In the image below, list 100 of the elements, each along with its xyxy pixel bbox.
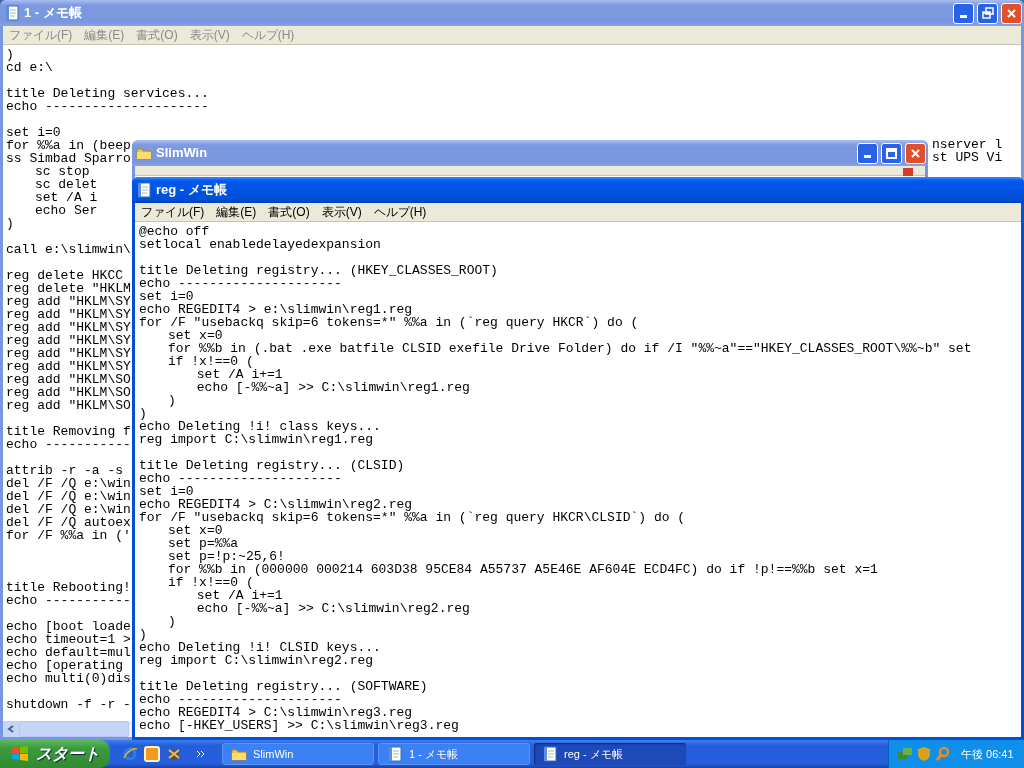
title-bar[interactable]: 1 - メモ帳 <box>0 0 1024 26</box>
code-line: echo multi(0)dis <box>6 671 131 686</box>
code-line: reg add "HKLM\SY <box>6 359 131 374</box>
code-line: nserver l <box>932 138 1003 151</box>
code-line: ) <box>139 627 147 642</box>
clock: 午後 06:41 <box>961 746 1014 762</box>
code-line: echo timeout=1 > <box>6 632 131 647</box>
notepad-icon <box>4 5 20 21</box>
minimize-icon <box>864 154 871 158</box>
min-button[interactable] <box>953 2 974 24</box>
code-line: cd e:\ <box>6 60 53 75</box>
code-line: ) <box>6 47 14 62</box>
code-line: set x=0 <box>166 523 223 538</box>
code-line: echo default=mul <box>6 645 131 660</box>
code-line: echo REGEDIT4 > C:\slimwin\reg3.reg <box>139 705 413 720</box>
start-button[interactable]: スタート <box>0 740 110 768</box>
code-line: reg import C:\slimwin\reg1.reg <box>139 432 374 447</box>
code-line: ) <box>6 216 14 231</box>
code-line: ss Simbad Sparro <box>6 151 131 166</box>
code-line: for %%a in (beep <box>6 138 131 153</box>
code-line: reg delete "HKLM <box>6 281 131 296</box>
code-line: set p=!p:~25,6! <box>166 549 285 564</box>
menu-item[interactable]: ヘルプ(H) <box>373 203 427 221</box>
code-line: title Deleting registry... (SOFTWARE) <box>139 679 428 694</box>
code-line: reg delete HKCC <box>6 268 124 283</box>
code-line: del /F /Q e:\win <box>6 476 131 491</box>
code-line: echo REGEDIT4 > e:\slimwin\reg1.reg <box>139 302 413 317</box>
code-line: title Rebooting! <box>6 580 131 595</box>
code-line: echo [-%%~a] >> C:\slimwin\reg1.reg <box>195 380 470 395</box>
scroll-left-button[interactable] <box>3 721 19 737</box>
code-line: for %%b in (.bat .exe batfile CLSID exefile Drive Folder) do if /I "%%~a"=="HKEY_CLASSES_ROOT\%%~b" set <box>166 341 972 356</box>
globe-icon[interactable] <box>122 746 138 762</box>
app-icon[interactable] <box>166 746 182 762</box>
notepad-icon <box>136 182 152 198</box>
code-line: reg add "HKLM\SO <box>6 372 131 387</box>
code-line: echo --------------------- <box>139 692 342 707</box>
chevron-icon[interactable] <box>196 749 206 759</box>
code-line: set /A i <box>33 190 98 205</box>
code-line: for /F "usebackq skip=6 tokens=*" %%a in (`reg query HKCR\CLSID`) do ( <box>139 510 686 525</box>
code-line: echo --------------------- <box>6 99 209 114</box>
code-line: set /A i+=1 <box>195 588 283 603</box>
close-button[interactable] <box>905 142 926 164</box>
folder-icon <box>136 145 152 161</box>
code-line: set /A i+=1 <box>195 367 283 382</box>
code-line: reg add "HKLM\SY <box>6 307 131 322</box>
taskbar-button[interactable]: reg - メモ帳 <box>534 743 686 765</box>
menu-item[interactable]: ファイル(F) <box>9 26 73 44</box>
close-icon <box>910 147 921 159</box>
code-line: set i=0 <box>6 125 61 140</box>
code-line: set x=0 <box>166 328 223 343</box>
code-line: st UPS Vi <box>932 151 1003 164</box>
min-button[interactable] <box>857 142 878 164</box>
code-line: sc stop <box>33 164 90 179</box>
code-line: del /F /Q e:\win <box>6 502 131 517</box>
code-line: title Deleting services... <box>6 86 209 101</box>
close-icon <box>1006 7 1017 19</box>
code-line: del /F /Q autoex <box>6 515 131 530</box>
menu-item[interactable]: ヘルプ(H) <box>241 26 295 44</box>
code-line: echo --------------------- <box>139 276 342 291</box>
window-title: reg - メモ帳 <box>156 181 227 200</box>
restore-button[interactable] <box>977 2 998 24</box>
maximize-icon <box>886 147 897 159</box>
menu-item[interactable]: 書式(O) <box>268 203 310 221</box>
menu-item[interactable]: 書式(O) <box>136 26 178 44</box>
code-line: for %%b in (000000 000214 603D38 95CE84 A55737 A5E46E AF604E ECD4FC) do if !p!==%%b set x=1 <box>166 562 878 577</box>
title-bar[interactable]: reg - メモ帳 <box>132 177 1024 203</box>
taskbar-button[interactable]: 1 - メモ帳 <box>378 743 530 765</box>
code-line: echo [boot loade <box>6 619 131 634</box>
code-line: reg add "HKLM\SO <box>6 385 131 400</box>
code-line: echo --------------------- <box>139 471 342 486</box>
code-line: del /F /Q e:\win <box>6 489 131 504</box>
notepad-icon <box>542 746 558 762</box>
code-line: reg add "HKLM\SY <box>6 346 131 361</box>
app-icon[interactable] <box>144 746 160 762</box>
code-line: for /F %%a in (' <box>6 528 131 543</box>
code-line: call e:\slimwin\ <box>6 242 131 257</box>
code-line: ) <box>139 406 147 421</box>
menu-item[interactable]: 編集(E) <box>216 203 257 221</box>
code-line: set i=0 <box>139 484 194 499</box>
code-line: reg add "HKLM\SO <box>6 398 131 413</box>
code-line: if !x!==0 ( <box>166 354 254 369</box>
menu-item[interactable]: ファイル(F) <box>141 203 205 221</box>
code-line: echo [-%%~a] >> C:\slimwin\reg2.reg <box>195 601 470 616</box>
code-line: title Deleting registry... (HKEY_CLASSES_ROOT) <box>139 263 498 278</box>
code-line: if !x!==0 ( <box>166 575 254 590</box>
code-line: ) <box>166 614 176 629</box>
close-button[interactable] <box>1001 2 1022 24</box>
code-line: reg add "HKLM\SY <box>6 333 131 348</box>
menu-item[interactable]: 編集(E) <box>84 26 125 44</box>
max-button[interactable] <box>881 142 902 164</box>
code-line: echo Ser <box>33 203 98 218</box>
code-line: setlocal enabledelayedexpansion <box>139 237 381 252</box>
taskbar-button[interactable]: SlimWin <box>222 743 374 765</box>
menu-item[interactable]: 表示(V) <box>321 203 362 221</box>
code-line: sc delet <box>33 177 98 192</box>
code-line: for /F "usebackq skip=6 tokens=*" %%a in (`reg query HKCR`) do ( <box>139 315 639 330</box>
code-line: echo Deleting !i! class keys... <box>139 419 381 434</box>
menu-item[interactable]: 表示(V) <box>189 26 230 44</box>
code-line: reg add "HKLM\SY <box>6 294 131 309</box>
title-bar[interactable]: SlimWin <box>132 140 928 166</box>
